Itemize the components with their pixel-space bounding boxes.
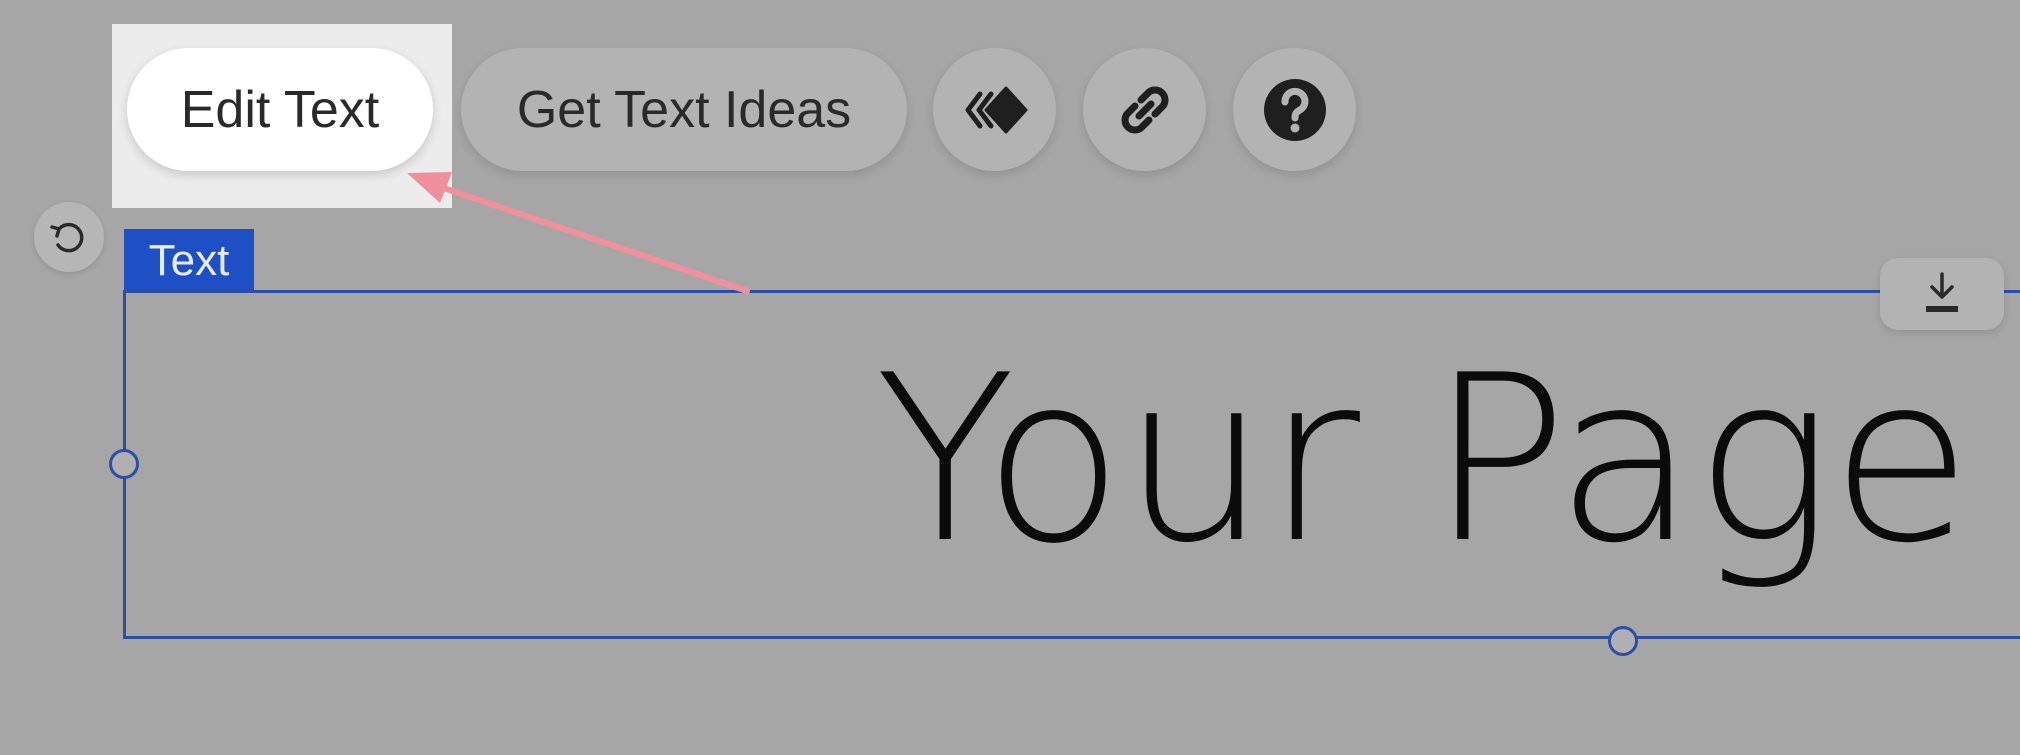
get-text-ideas-button[interactable]: Get Text Ideas: [461, 48, 907, 171]
link-button[interactable]: [1083, 48, 1206, 171]
resize-handle-left[interactable]: [109, 449, 139, 479]
save-button[interactable]: [1880, 258, 2004, 330]
edit-text-label: Edit Text: [180, 80, 380, 139]
page-title-text[interactable]: Your Page: [640, 327, 1972, 594]
help-icon: [1263, 78, 1326, 141]
get-text-ideas-label: Get Text Ideas: [516, 80, 852, 139]
resize-handle-bottom[interactable]: [1608, 626, 1638, 656]
animation-icon: [965, 86, 1027, 133]
animation-button[interactable]: [933, 48, 1056, 171]
help-button[interactable]: [1233, 48, 1356, 171]
rotate-icon: [50, 222, 84, 253]
element-type-tag: Text: [124, 229, 254, 292]
link-icon: [1121, 86, 1168, 133]
edit-text-button[interactable]: Edit Text: [127, 48, 433, 171]
rotate-handle[interactable]: [34, 202, 104, 272]
element-type-label: Text: [148, 235, 230, 285]
download-icon: [1926, 272, 1958, 312]
